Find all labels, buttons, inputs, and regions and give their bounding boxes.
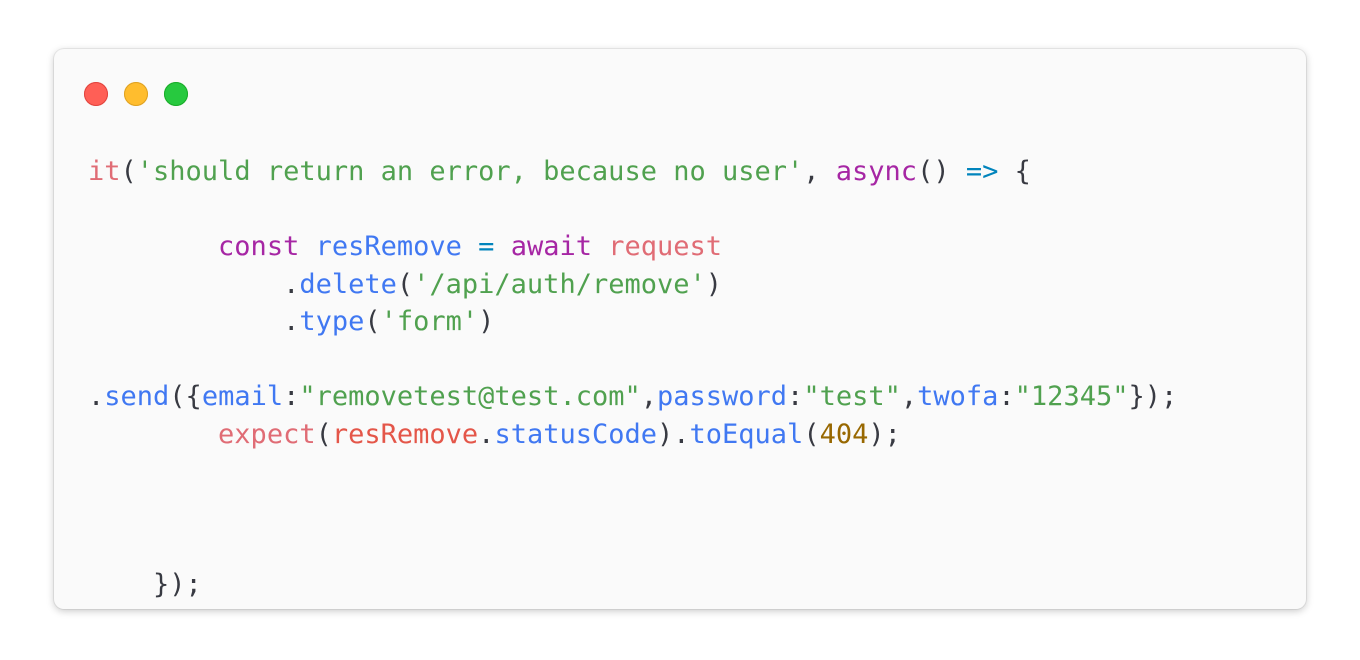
maximize-dot-icon bbox=[164, 82, 188, 106]
code-token: "12345" bbox=[1014, 381, 1129, 412]
code-line: const resRemove = await request bbox=[88, 228, 1177, 266]
code-token: . bbox=[88, 268, 300, 300]
code-token: "removetest@test.com" bbox=[299, 381, 641, 412]
code-token: const bbox=[218, 231, 300, 262]
code-line: .send({email:"removetest@test.com",passw… bbox=[88, 378, 1177, 416]
code-token: }); bbox=[88, 568, 202, 600]
code-token: , bbox=[640, 381, 657, 412]
code-token: . bbox=[88, 381, 105, 412]
code-token: ( bbox=[803, 418, 820, 450]
code-token: await bbox=[510, 231, 592, 262]
code-token: resRemove bbox=[315, 231, 462, 262]
code-token: , bbox=[803, 156, 836, 187]
code-token: ); bbox=[868, 418, 901, 450]
code-token: password bbox=[657, 381, 788, 412]
code-token: resRemove bbox=[331, 418, 479, 450]
code-token: ( bbox=[364, 306, 381, 337]
code-token: it bbox=[88, 156, 121, 187]
code-token: 404 bbox=[819, 418, 869, 450]
code-token: ). bbox=[657, 418, 690, 450]
code-token: : bbox=[998, 381, 1015, 412]
code-line: ​ bbox=[88, 528, 1177, 566]
code-line: ​ bbox=[88, 453, 1177, 491]
close-dot-icon bbox=[84, 82, 108, 106]
code-token: delete bbox=[299, 268, 397, 300]
code-line: .type('form') bbox=[88, 303, 1177, 341]
code-token: => bbox=[965, 156, 999, 187]
code-token: expect bbox=[218, 418, 316, 450]
code-token: 'should return an error, because no user… bbox=[136, 156, 804, 187]
code-token: async bbox=[835, 156, 918, 187]
code-token: ( bbox=[315, 418, 332, 450]
minimize-dot-icon bbox=[124, 82, 148, 106]
code-line: expect(resRemove.statusCode).toEqual(404… bbox=[88, 416, 1177, 454]
code-token: type bbox=[299, 306, 365, 337]
code-token: . bbox=[88, 306, 300, 337]
code-line: }); bbox=[88, 566, 1177, 604]
code-line: ​ bbox=[88, 491, 1177, 529]
code-line: ​ bbox=[88, 341, 1177, 379]
code-token: email bbox=[201, 381, 284, 412]
code-line: ​ bbox=[88, 191, 1177, 229]
code-token: }); bbox=[1128, 381, 1178, 412]
code-token: () bbox=[917, 156, 966, 187]
code-block: it('should return an error, because no u… bbox=[88, 153, 1177, 603]
code-token: ) bbox=[705, 268, 723, 300]
code-token: send bbox=[104, 381, 170, 412]
code-token: toEqual bbox=[689, 418, 804, 450]
code-token: , bbox=[900, 381, 918, 412]
code-token: . bbox=[478, 418, 495, 450]
code-token: { bbox=[998, 156, 1031, 187]
code-token: : bbox=[283, 381, 300, 412]
code-token: statusCode bbox=[494, 418, 657, 450]
code-token: ( bbox=[396, 268, 414, 300]
code-token: "test" bbox=[803, 381, 901, 412]
code-line: .delete('/api/auth/remove') bbox=[88, 266, 1177, 304]
code-token: request bbox=[608, 231, 723, 262]
code-token: twofa bbox=[917, 381, 999, 412]
code-token: '/api/auth/remove' bbox=[413, 268, 706, 300]
code-window: it('should return an error, because no u… bbox=[54, 49, 1306, 609]
code-token: ({ bbox=[169, 381, 202, 412]
code-token: : bbox=[787, 381, 804, 412]
code-token: ( bbox=[120, 156, 137, 187]
code-token: ) bbox=[478, 306, 495, 337]
code-token: 'form' bbox=[380, 306, 479, 337]
code-token: = bbox=[478, 231, 495, 262]
code-line: it('should return an error, because no u… bbox=[88, 153, 1177, 191]
